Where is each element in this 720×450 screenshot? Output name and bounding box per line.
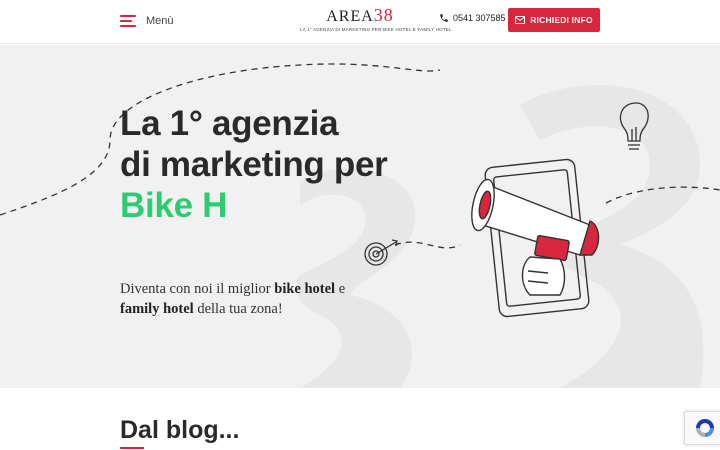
- recaptcha-badge[interactable]: [684, 411, 720, 445]
- blog-heading: Dal blog...: [120, 416, 240, 444]
- hero-subtitle: Diventa con noi il miglior bike hotel e f…: [120, 279, 380, 319]
- logo-word: AREA: [326, 8, 374, 25]
- hero-sub-bike-hotel: bike hotel: [274, 281, 336, 297]
- hero-title-line1: La 1° agenzia: [120, 104, 339, 143]
- hero-sub-text2: e: [335, 281, 346, 297]
- mail-icon: [515, 16, 526, 24]
- phone-number: 0541 307585: [453, 13, 506, 23]
- phone-icon: [440, 14, 448, 22]
- menu-button[interactable]: Menù: [120, 11, 174, 31]
- logo-wordmark: AREA38: [300, 6, 420, 26]
- hero-section: La 1° agenzia di marketing per Bike H Di…: [0, 45, 720, 388]
- logo-tagline: LA 1° AGENZIA DI MARKETING PER BIKE HOTE…: [300, 27, 452, 32]
- hero-title-line2: di marketing per: [120, 145, 388, 184]
- logo-number: 38: [373, 5, 394, 25]
- logo[interactable]: AREA38 LA 1° AGENZIA DI MARKETING PER BI…: [300, 6, 452, 38]
- hero-sub-text1: Diventa con noi il miglior: [120, 281, 275, 297]
- blog-heading-underline: [120, 447, 144, 449]
- recaptcha-icon: [695, 419, 714, 437]
- menu-label: Menù: [146, 15, 174, 27]
- site-header: Menù AREA38 LA 1° AGENZIA DI MARKETING P…: [0, 0, 720, 44]
- hamburger-icon: [120, 15, 136, 27]
- request-info-label: RICHIEDI INFO: [530, 15, 593, 25]
- hero-sub-text3: della tua zona!: [193, 301, 283, 317]
- hero-sub-family-hotel: family hotel: [120, 301, 194, 317]
- hero-title: La 1° agenzia di marketing per Bike H: [120, 103, 388, 226]
- request-info-button[interactable]: RICHIEDI INFO: [508, 8, 600, 32]
- phone-link[interactable]: 0541 307585: [439, 13, 506, 23]
- hero-title-accent: Bike H: [120, 186, 228, 225]
